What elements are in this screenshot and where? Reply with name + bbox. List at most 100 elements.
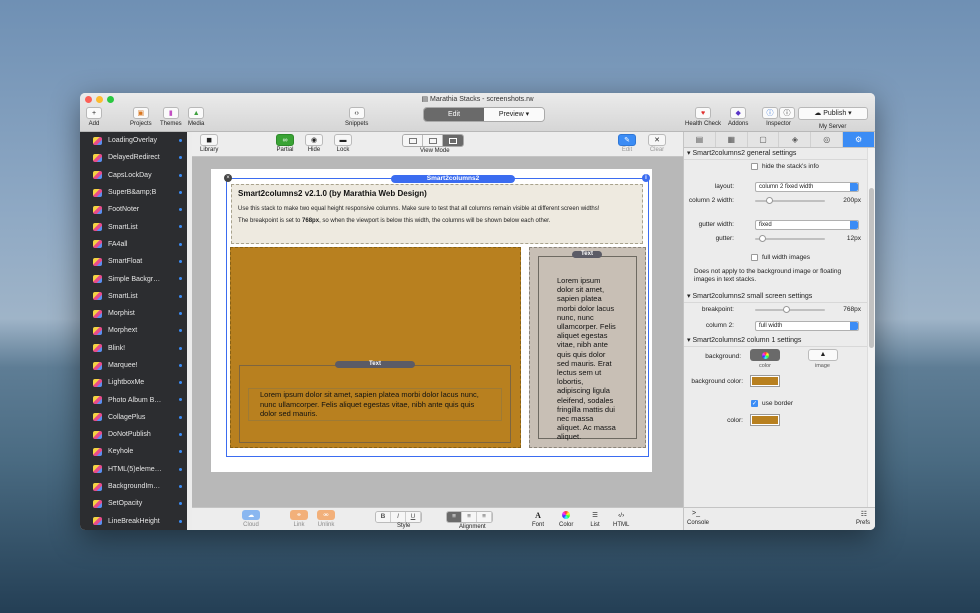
addons-button[interactable]: ◆ Addons bbox=[728, 107, 748, 127]
unlink-button[interactable]: ⚮ Unlink bbox=[317, 510, 335, 528]
view-mode-option-3[interactable] bbox=[443, 135, 463, 146]
text-stack-1-tab[interactable]: Text bbox=[335, 361, 415, 368]
tab-layout-inspector[interactable]: ▦ bbox=[716, 132, 748, 147]
layout-select[interactable]: column 2 fixed width bbox=[755, 182, 859, 192]
sidebar-item[interactable]: HTML(5)eleme… bbox=[80, 461, 187, 478]
media-button[interactable]: ▲ Media bbox=[188, 107, 204, 127]
edit-stack-button[interactable]: ✎ Edit bbox=[618, 134, 636, 153]
tab-page-inspector[interactable]: ▤ bbox=[684, 132, 716, 147]
sidebar-item[interactable]: Keyhole bbox=[80, 443, 187, 460]
sidebar-item[interactable]: Simple Backgr… bbox=[80, 270, 187, 287]
hide-button[interactable]: ◉ Hide bbox=[305, 134, 323, 153]
prefs-button[interactable]: Prefs bbox=[856, 520, 870, 526]
tab-edit[interactable]: Edit bbox=[424, 108, 484, 121]
section-general-header[interactable]: ▾ Smart2columns2 general settings bbox=[684, 148, 867, 160]
sidebar-item[interactable]: Blink! bbox=[80, 340, 187, 357]
slider-knob[interactable] bbox=[765, 197, 773, 204]
media-icon: ▲ bbox=[188, 107, 205, 119]
sidebar-item[interactable]: Morphext bbox=[80, 322, 187, 339]
themes-button[interactable]: ▮ Themes bbox=[160, 107, 182, 127]
stack-name-tab[interactable]: Smart2columns2 bbox=[391, 175, 515, 183]
view-mode-option-1[interactable] bbox=[403, 135, 423, 146]
lock-button[interactable]: ▬ Lock bbox=[334, 134, 352, 153]
sidebar-item[interactable]: SmartList bbox=[80, 288, 187, 305]
close-stack-icon[interactable]: × bbox=[224, 174, 232, 182]
section-column1-header[interactable]: ▾ Smart2columns2 column 1 settings bbox=[684, 335, 867, 347]
font-button[interactable]: A Font bbox=[531, 510, 545, 529]
hide-info-checkbox[interactable] bbox=[751, 163, 758, 170]
sidebar-item-label: Photo Album B… bbox=[108, 396, 162, 404]
stacks-toolbar: ◼ Library ∞ Partial ◉ Hide ▬ Lock View M… bbox=[192, 132, 683, 157]
inspector-button[interactable]: ⓘ ⓘ Inspector bbox=[762, 107, 795, 127]
health-check-button[interactable]: ♥ Health Check bbox=[685, 107, 721, 127]
text-stack-2-tab[interactable]: Text bbox=[572, 251, 602, 258]
sidebar-item[interactable]: SmartFloat bbox=[80, 253, 187, 270]
projects-button[interactable]: ▣ Projects bbox=[130, 107, 152, 127]
align-center-button[interactable]: ≡ bbox=[462, 512, 477, 522]
underline-button[interactable]: U bbox=[406, 512, 421, 522]
console-button[interactable]: Console bbox=[687, 520, 709, 526]
sidebar-item[interactable]: CollagePlus bbox=[80, 409, 187, 426]
view-mode-option-2[interactable] bbox=[423, 135, 443, 146]
section-small-screen-header[interactable]: ▾ Smart2columns2 small screen settings bbox=[684, 291, 867, 303]
align-right-button[interactable]: ≡ bbox=[477, 512, 492, 522]
sidebar-item[interactable]: CapsLockDay bbox=[80, 167, 187, 184]
sidebar-item[interactable]: LightboxMe bbox=[80, 374, 187, 391]
text-stack-2-content[interactable]: Lorem ipsum dolor sit amet, sapien plate… bbox=[557, 276, 617, 442]
sidebar-item[interactable]: FA4all bbox=[80, 236, 187, 253]
tab-web-inspector[interactable]: ◎ bbox=[811, 132, 844, 147]
stack-info-icon[interactable]: i bbox=[642, 174, 650, 182]
tab-element-inspector[interactable]: ▢ bbox=[748, 132, 780, 147]
tab-preview[interactable]: Preview ▾ bbox=[484, 108, 544, 121]
sidebar-item[interactable]: SuperB&amp;B bbox=[80, 184, 187, 201]
column-1[interactable]: Text Lorem ipsum dolor sit amet, sapien … bbox=[230, 247, 521, 448]
sidebar-item[interactable]: Morphist bbox=[80, 305, 187, 322]
background-color-swatch[interactable] bbox=[750, 375, 780, 387]
sidebar-item[interactable]: DoNotPublish bbox=[80, 426, 187, 443]
inspector-body: ▾ Smart2columns2 general settings hide t… bbox=[684, 148, 867, 507]
sidebar-item[interactable]: Marquee! bbox=[80, 357, 187, 374]
alignment-label: Alignment bbox=[459, 524, 486, 530]
sidebar-item[interactable]: DelayedRedirect bbox=[80, 149, 187, 166]
align-left-button[interactable]: ≡ bbox=[447, 512, 462, 522]
column-2[interactable]: Text Lorem ipsum dolor sit amet, sapien … bbox=[529, 247, 646, 448]
sidebar-item[interactable]: SmartList bbox=[80, 218, 187, 235]
text-stack-1-content[interactable]: Lorem ipsum dolor sit amet, sapien plate… bbox=[260, 390, 490, 419]
use-border-checkbox[interactable]: ✓ bbox=[751, 400, 758, 407]
clear-button[interactable]: ✕ Clear bbox=[648, 134, 666, 153]
italic-button[interactable]: I bbox=[391, 512, 406, 522]
slider-knob[interactable] bbox=[783, 306, 790, 313]
html-button[interactable]: ‹/› HTML bbox=[613, 510, 629, 529]
tab-tag-inspector[interactable]: ◈ bbox=[779, 132, 812, 147]
full-width-images-checkbox[interactable] bbox=[751, 254, 758, 261]
partial-button[interactable]: ∞ Partial bbox=[276, 134, 294, 153]
background-color-option[interactable] bbox=[750, 349, 780, 361]
cloud-button[interactable]: ☁ Cloud bbox=[242, 510, 260, 528]
background-image-option[interactable]: ▲ bbox=[808, 349, 838, 361]
slider-knob[interactable] bbox=[758, 235, 766, 242]
list-button[interactable]: ☰ List bbox=[588, 510, 602, 528]
gutter-slider[interactable] bbox=[755, 235, 825, 242]
sidebar-item[interactable]: LineBreakHeight bbox=[80, 513, 187, 530]
column2-width-slider[interactable] bbox=[755, 197, 825, 204]
stack-icon bbox=[93, 188, 102, 197]
snippets-button[interactable]: ‹› Snippets bbox=[345, 107, 368, 127]
library-button[interactable]: ◼ Library bbox=[200, 134, 218, 153]
sidebar-item[interactable]: BackgroundIm… bbox=[80, 478, 187, 495]
sidebar-item[interactable]: FootNoter bbox=[80, 201, 187, 218]
gutter-width-select[interactable]: fixed bbox=[755, 220, 859, 230]
tab-stack-settings[interactable]: ⚙ bbox=[843, 132, 875, 147]
border-color-swatch[interactable] bbox=[750, 414, 780, 426]
bold-button[interactable]: B bbox=[376, 512, 391, 522]
column2-select[interactable]: full width bbox=[755, 321, 859, 331]
sidebar-item[interactable]: SetOpacity bbox=[80, 495, 187, 512]
scrollbar-thumb[interactable] bbox=[869, 188, 874, 348]
add-button[interactable]: + Add bbox=[86, 107, 102, 127]
sidebar-item[interactable]: Photo Album B… bbox=[80, 391, 187, 408]
publish-button[interactable]: ☁ Publish ▾ bbox=[798, 107, 868, 120]
breakpoint-slider[interactable] bbox=[755, 306, 825, 313]
link-button[interactable]: ⚭ Link bbox=[290, 510, 308, 528]
color-button[interactable]: Color bbox=[559, 510, 573, 528]
sidebar-item[interactable]: LoadingOverlay bbox=[80, 132, 187, 149]
inspector-scrollbar[interactable] bbox=[867, 148, 875, 507]
